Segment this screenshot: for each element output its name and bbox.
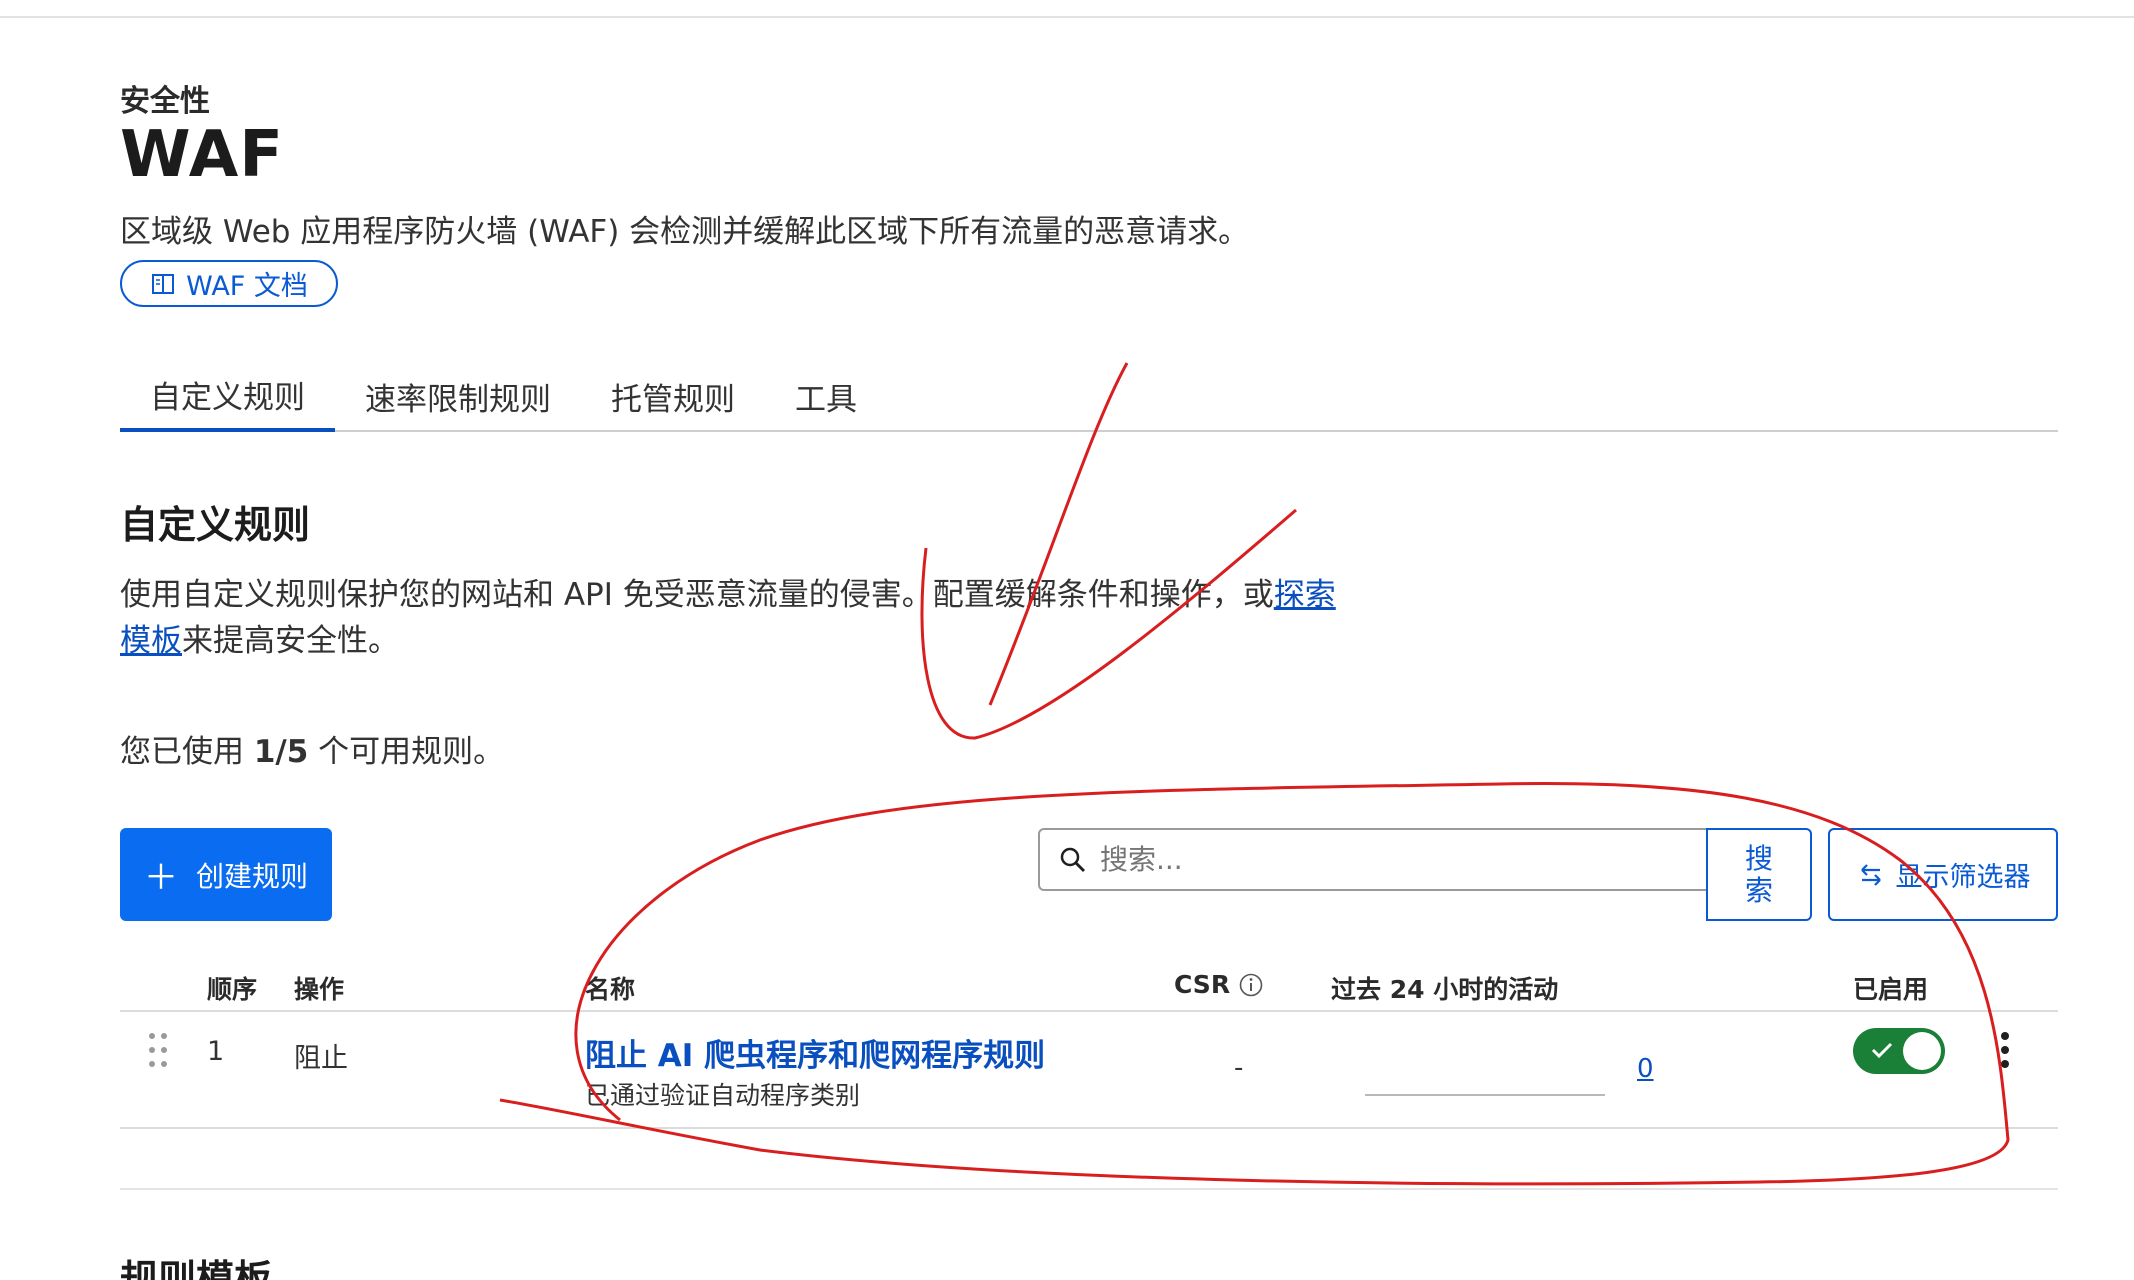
info-icon[interactable] (1238, 972, 1264, 998)
activity-count-link[interactable]: 0 (1637, 1054, 1654, 1084)
waf-docs-label: WAF 文档 (186, 271, 308, 302)
rule-subtitle: 已通过验证自动程序类别 (585, 1081, 861, 1110)
create-rule-button[interactable]: ＋ 创建规则 (120, 828, 332, 921)
search-button[interactable]: 搜 索 (1706, 828, 1812, 921)
more-options-icon[interactable] (1990, 1028, 2020, 1072)
book-icon (152, 273, 175, 294)
top-divider (0, 16, 2134, 18)
table-header-divider (120, 1010, 2058, 1012)
rule-name-link[interactable]: 阻止 AI 爬虫程序和爬网程序规则 (585, 1030, 1045, 1075)
column-header-csr[interactable]: CSR (1174, 970, 1264, 999)
tab-bar: 自定义规则 速率限制规则 托管规则 工具 (120, 360, 2058, 432)
column-header-action[interactable]: 操作 (294, 970, 344, 1006)
search-input[interactable] (1100, 843, 1680, 876)
search-button-line1: 搜 (1744, 841, 1773, 875)
check-icon (1871, 1042, 1893, 1059)
show-filters-label: 显示筛选器 (1895, 862, 2031, 893)
usage-count: 1/5 (253, 734, 309, 770)
rule-order: 1 (207, 1036, 225, 1067)
search-field[interactable] (1038, 828, 1710, 891)
column-header-activity[interactable]: 过去 24 小时的活动 (1331, 970, 1558, 1006)
column-header-enabled[interactable]: 已启用 (1853, 970, 1928, 1006)
column-header-name[interactable]: 名称 (585, 970, 635, 1006)
rule-csr-value: - (1234, 1053, 1244, 1083)
usage-suffix: 个可用规则。 (308, 734, 505, 770)
rule-usage-text: 您已使用 1/5 个可用规则。 (120, 726, 504, 771)
section-description-suffix: 来提高安全性。 (182, 623, 399, 659)
usage-prefix: 您已使用 (120, 734, 254, 770)
plus-icon: ＋ (143, 858, 178, 898)
rule-templates-title: 规则模板 (120, 1257, 273, 1280)
rule-enabled-toggle[interactable] (1853, 1028, 1945, 1074)
page-title: WAF (120, 118, 284, 192)
tab-rate-limiting-rules[interactable]: 速率限制规则 (335, 360, 581, 432)
activity-sparkline (1365, 1094, 1605, 1096)
show-filters-button[interactable]: 显示筛选器 (1828, 828, 2058, 921)
waf-docs-button[interactable]: WAF 文档 (120, 260, 338, 307)
breadcrumb: 安全性 (120, 84, 210, 119)
table-row-divider (120, 1127, 2058, 1129)
search-button-line2: 索 (1744, 873, 1773, 907)
section-divider (120, 1188, 2058, 1190)
tab-tools[interactable]: 工具 (765, 360, 887, 432)
toggle-knob (1903, 1032, 1941, 1070)
section-description-prefix: 使用自定义规则保护您的网站和 API 免受恶意流量的侵害。配置缓解条件和操作，或 (120, 577, 1274, 613)
section-title: 自定义规则 (120, 503, 311, 547)
create-rule-label: 创建规则 (195, 859, 308, 893)
rule-action: 阻止 (294, 1043, 348, 1074)
section-description: 使用自定义规则保护您的网站和 API 免受恶意流量的侵害。配置缓解条件和操作，或… (120, 572, 1350, 664)
tab-custom-rules[interactable]: 自定义规则 (120, 360, 335, 432)
column-header-order[interactable]: 顺序 (207, 970, 257, 1006)
tab-managed-rules[interactable]: 托管规则 (581, 360, 765, 432)
column-header-csr-label: CSR (1174, 970, 1231, 999)
drag-handle-icon[interactable] (146, 1030, 170, 1070)
page-description: 区域级 Web 应用程序防火墙 (WAF) 会检测并缓解此区域下所有流量的恶意请… (120, 214, 1250, 250)
search-icon (1060, 847, 1085, 872)
swap-arrows-icon (1860, 863, 1881, 886)
